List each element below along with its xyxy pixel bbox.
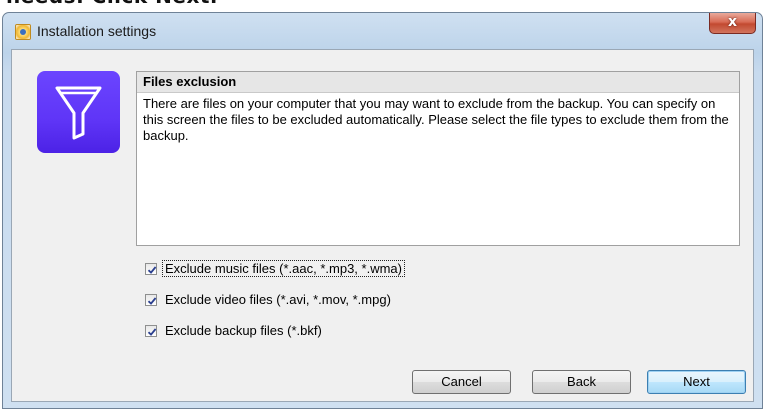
back-button[interactable]: Back: [532, 370, 631, 394]
files-exclusion-panel: Files exclusion There are files on your …: [136, 71, 740, 246]
panel-description: There are files on your computer that yo…: [143, 96, 729, 143]
close-button[interactable]: x: [709, 13, 756, 34]
exclude-music-checkbox[interactable]: [145, 263, 157, 275]
installation-settings-dialog: Installation settings x Files exclusion …: [2, 12, 763, 409]
setup-app-icon: [15, 24, 31, 40]
exclude-backup-checkbox[interactable]: [145, 325, 157, 337]
next-button[interactable]: Next: [647, 370, 746, 394]
exclude-music-label: Exclude music files (*.aac, *.mp3, *.wma…: [162, 260, 405, 277]
title-bar[interactable]: Installation settings x: [3, 13, 762, 49]
exclude-video-label: Exclude video files (*.avi, *.mov, *.mpg…: [165, 292, 391, 307]
exclude-video-checkbox[interactable]: [145, 294, 157, 306]
checkmark-icon: [147, 297, 157, 305]
funnel-filter-icon: [37, 71, 120, 153]
checkmark-icon: [147, 266, 157, 274]
cancel-button[interactable]: Cancel: [412, 370, 511, 394]
dialog-content: Files exclusion There are files on your …: [11, 49, 754, 402]
exclude-backup-label: Exclude backup files (*.bkf): [165, 323, 322, 338]
close-icon: x: [727, 14, 738, 30]
panel-heading: Files exclusion: [137, 72, 739, 93]
checkmark-icon: [147, 328, 157, 336]
window-title: Installation settings: [37, 23, 157, 39]
background-caption: needs. Click Next.: [6, 0, 218, 8]
